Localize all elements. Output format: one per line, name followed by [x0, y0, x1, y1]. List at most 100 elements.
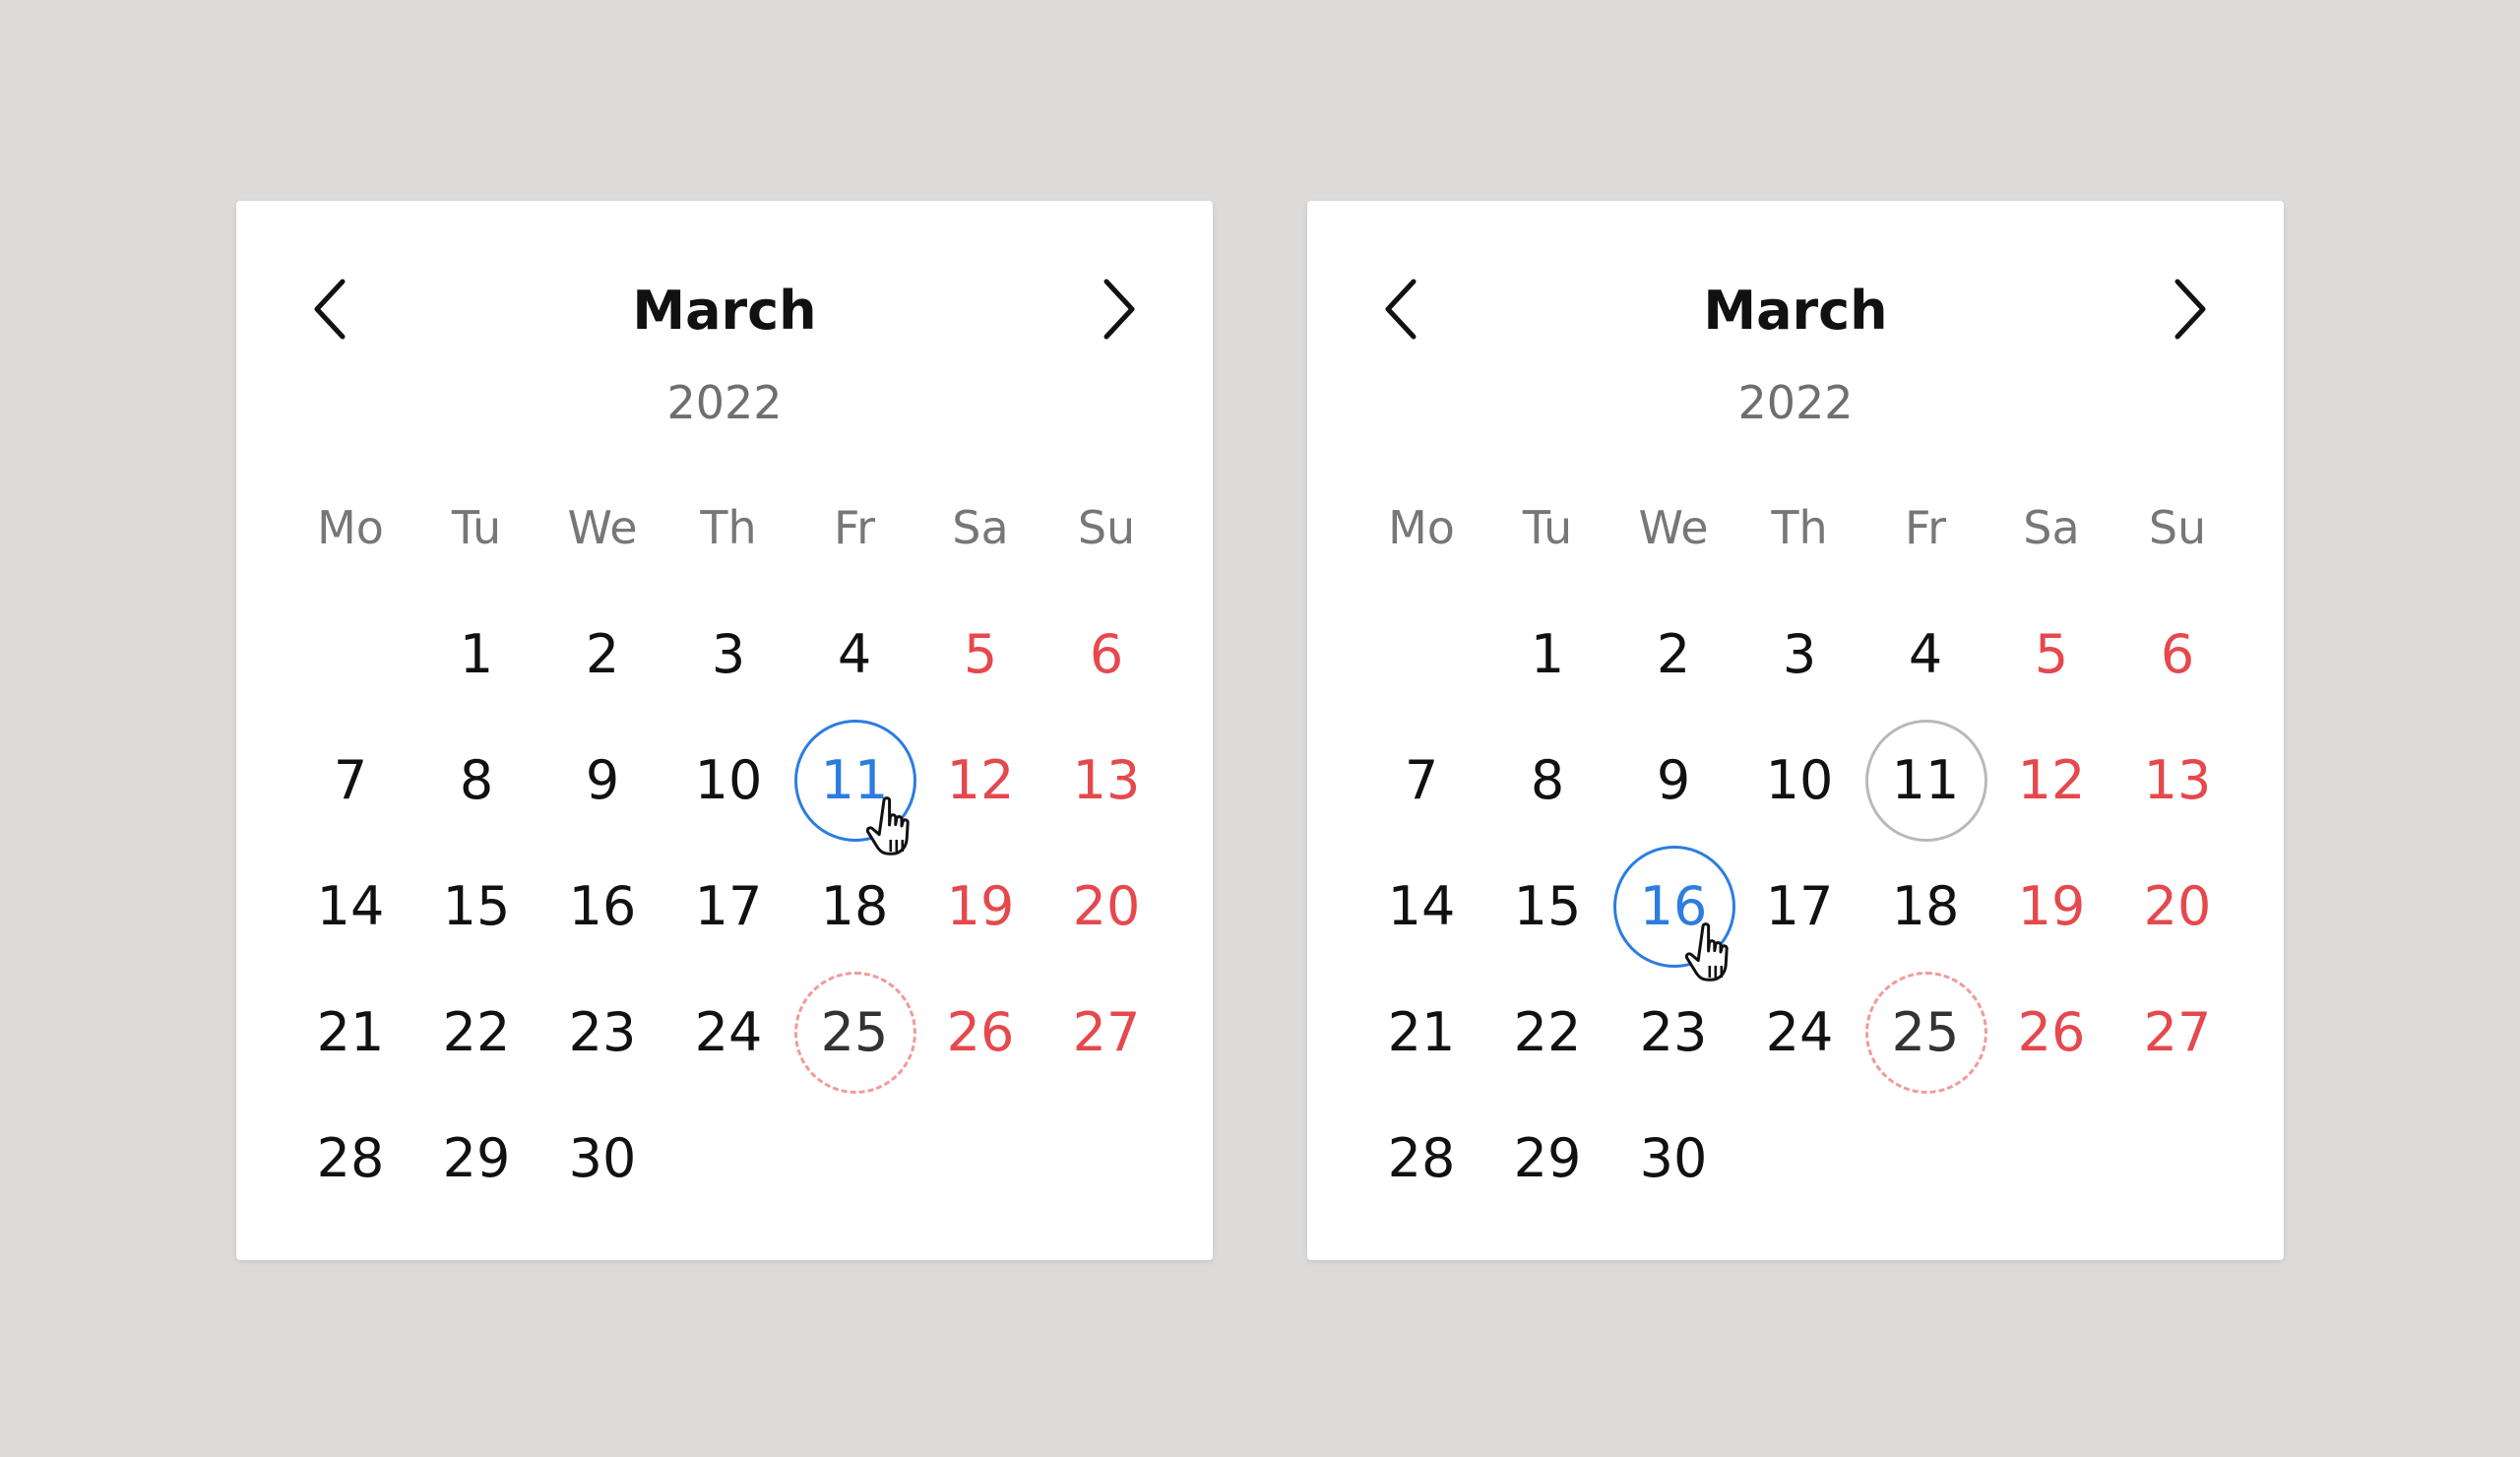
day-cell-11[interactable]: 11	[1862, 717, 1988, 843]
day-cell-27[interactable]: 27	[2114, 969, 2240, 1095]
day-number: 22	[442, 1000, 511, 1063]
day-cell-24[interactable]: 24	[665, 969, 791, 1095]
day-number: 3	[711, 622, 746, 685]
next-month-button[interactable]	[1089, 270, 1148, 348]
day-cell-6[interactable]: 6	[1043, 591, 1169, 717]
day-cell-29[interactable]: 29	[413, 1095, 539, 1221]
day-number: 27	[2143, 1000, 2212, 1063]
day-cell-22[interactable]: 22	[413, 969, 539, 1095]
day-cell-21[interactable]: 21	[287, 969, 413, 1095]
day-cell-25[interactable]: 25	[791, 969, 917, 1095]
day-cell-4[interactable]: 4	[1862, 591, 1988, 717]
day-cell-7[interactable]: 7	[1358, 717, 1484, 843]
day-number: 3	[1782, 622, 1817, 685]
day-cell-22[interactable]: 22	[1484, 969, 1610, 1095]
calendar-right: March 2022 Mo Tu We Th Fr Sa Su 1 2 3 4 5 6 7 8 9 10 11 12…	[1307, 201, 2284, 1260]
day-cell-30[interactable]: 30	[539, 1095, 665, 1221]
weekday-header: Th	[700, 501, 757, 554]
day-number: 6	[2160, 622, 2195, 685]
day-cell-17[interactable]: 17	[1736, 843, 1862, 969]
day-cell-5[interactable]: 5	[917, 591, 1043, 717]
day-cell-14[interactable]: 14	[287, 843, 413, 969]
day-number: 24	[694, 1000, 763, 1063]
day-number: 21	[316, 1000, 385, 1063]
day-cell-4[interactable]: 4	[791, 591, 917, 717]
day-number: 14	[316, 874, 385, 937]
day-cell-26[interactable]: 26	[917, 969, 1043, 1095]
day-number: 12	[2017, 748, 2086, 811]
day-cell-7[interactable]: 7	[287, 717, 413, 843]
day-cell-28[interactable]: 28	[1358, 1095, 1484, 1221]
weekday-header: Fr	[1904, 501, 1947, 554]
day-cell-20[interactable]: 20	[1043, 843, 1169, 969]
day-number: 13	[2143, 748, 2212, 811]
day-cell-1[interactable]: 1	[1484, 591, 1610, 717]
day-number: 30	[568, 1126, 637, 1189]
day-number: 29	[442, 1126, 511, 1189]
day-cell-23[interactable]: 23	[1610, 969, 1736, 1095]
day-cell-12[interactable]: 12	[917, 717, 1043, 843]
day-cell-25[interactable]: 25	[1862, 969, 1988, 1095]
day-cell-1[interactable]: 1	[413, 591, 539, 717]
day-cell-24[interactable]: 24	[1736, 969, 1862, 1095]
day-cell-15[interactable]: 15	[1484, 843, 1610, 969]
day-number: 15	[442, 874, 511, 937]
day-cell-3[interactable]: 3	[1736, 591, 1862, 717]
day-cell-14[interactable]: 14	[1358, 843, 1484, 969]
empty-day-cell	[1358, 591, 1484, 717]
day-cell-15[interactable]: 15	[413, 843, 539, 969]
day-number: 26	[946, 1000, 1015, 1063]
day-cell-11[interactable]: 11	[791, 717, 917, 855]
day-number: 11	[1891, 748, 1960, 811]
day-cell-2[interactable]: 2	[539, 591, 665, 717]
day-cell-13[interactable]: 13	[1043, 717, 1169, 843]
day-cell-18[interactable]: 18	[1862, 843, 1988, 969]
next-month-button[interactable]	[2160, 270, 2219, 348]
day-cell-2[interactable]: 2	[1610, 591, 1736, 717]
day-number: 17	[1765, 874, 1834, 937]
day-number: 25	[1891, 1000, 1960, 1063]
day-cell-17[interactable]: 17	[665, 843, 791, 969]
day-number: 7	[1404, 748, 1439, 811]
day-cell-19[interactable]: 19	[917, 843, 1043, 969]
day-cell-9[interactable]: 9	[1610, 717, 1736, 843]
day-number: 2	[1656, 622, 1691, 685]
day-cell-29[interactable]: 29	[1484, 1095, 1610, 1221]
day-number: 23	[1639, 1000, 1708, 1063]
day-number: 4	[1908, 622, 1943, 685]
day-cell-27[interactable]: 27	[1043, 969, 1169, 1095]
day-cell-10[interactable]: 10	[1736, 717, 1862, 843]
day-cell-16[interactable]: 16	[1610, 843, 1736, 982]
day-number: 4	[837, 622, 872, 685]
day-cell-13[interactable]: 13	[2114, 717, 2240, 843]
day-cell-16[interactable]: 16	[539, 843, 665, 969]
chevron-right-icon	[2174, 279, 2206, 340]
day-cell-9[interactable]: 9	[539, 717, 665, 843]
day-number: 29	[1513, 1126, 1582, 1189]
day-cell-26[interactable]: 26	[1988, 969, 2114, 1095]
chevron-right-icon	[1103, 279, 1135, 340]
day-cell-6[interactable]: 6	[2114, 591, 2240, 717]
day-cell-10[interactable]: 10	[665, 717, 791, 843]
day-cell-5[interactable]: 5	[1988, 591, 2114, 717]
day-cell-12[interactable]: 12	[1988, 717, 2114, 843]
day-number: 8	[1530, 748, 1565, 811]
day-cell-30[interactable]: 30	[1610, 1095, 1736, 1221]
day-cell-28[interactable]: 28	[287, 1095, 413, 1221]
day-cell-8[interactable]: 8	[413, 717, 539, 843]
day-cell-23[interactable]: 23	[539, 969, 665, 1095]
day-number: 9	[585, 748, 620, 811]
day-cell-18[interactable]: 18	[791, 843, 917, 969]
day-cell-3[interactable]: 3	[665, 591, 791, 717]
day-cell-20[interactable]: 20	[2114, 843, 2240, 969]
weekday-header: Th	[1771, 501, 1828, 554]
day-cell-19[interactable]: 19	[1988, 843, 2114, 969]
weekday-header: We	[1638, 501, 1709, 554]
weekday-header: Su	[2148, 501, 2207, 554]
day-cell-8[interactable]: 8	[1484, 717, 1610, 843]
day-number: 27	[1072, 1000, 1141, 1063]
weekday-header: Tu	[1522, 501, 1573, 554]
day-number: 5	[963, 622, 998, 685]
day-number: 26	[2017, 1000, 2086, 1063]
day-cell-21[interactable]: 21	[1358, 969, 1484, 1095]
